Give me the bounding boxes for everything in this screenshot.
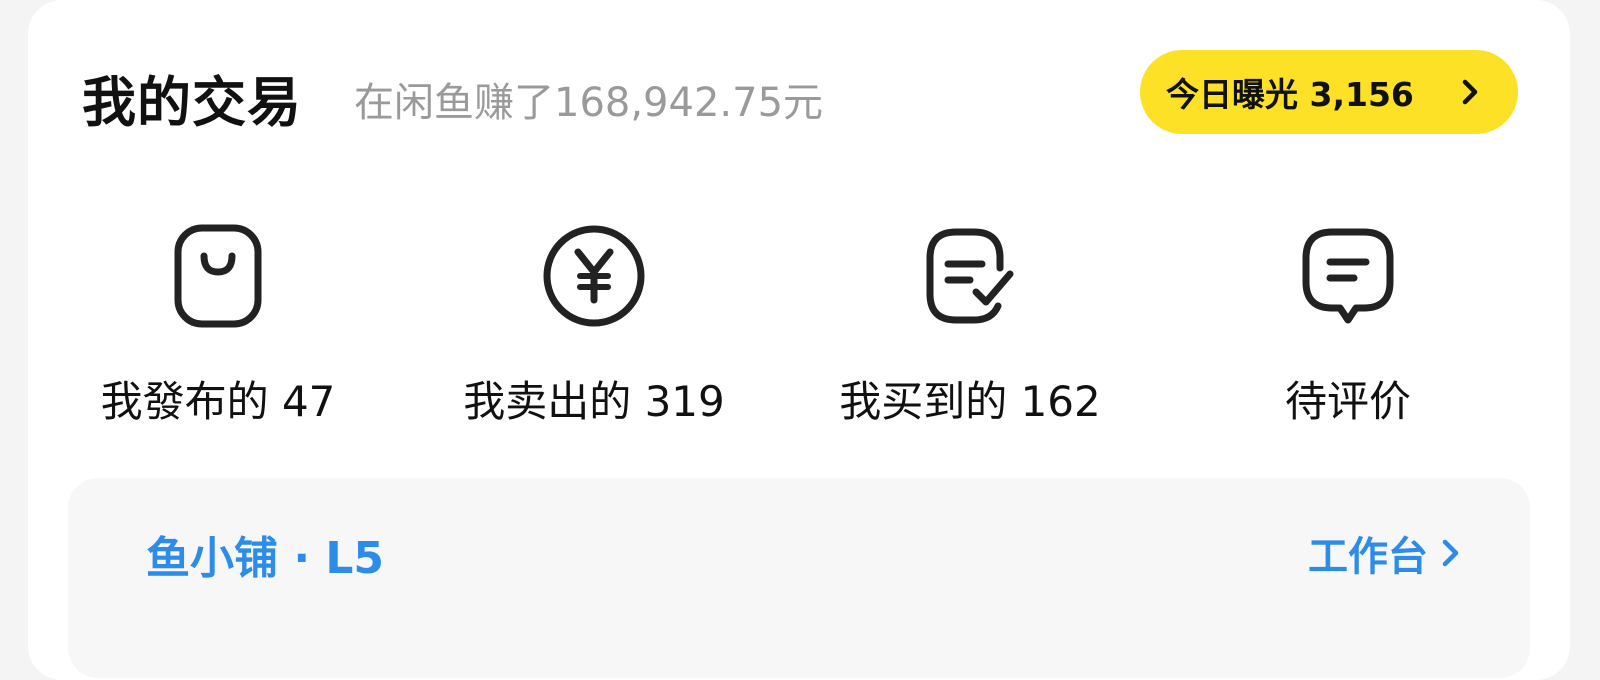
workbench-link[interactable]: 工作台 xyxy=(1308,524,1464,582)
earnings-summary: 在闲鱼赚了168,942.75元 xyxy=(354,80,824,126)
shop-name[interactable]: 鱼小铺 · L5 xyxy=(146,522,384,586)
yuan-coin-icon xyxy=(543,225,645,327)
chevron-right-icon xyxy=(1462,79,1478,105)
comment-bubble-icon xyxy=(1302,228,1394,324)
order-check-icon xyxy=(926,228,1014,324)
stat-sold-label: 我卖出的 319 xyxy=(463,377,725,426)
stat-bought-label: 我买到的 162 xyxy=(839,377,1101,426)
today-exposure-label: 今日曝光 3,156 xyxy=(1166,75,1414,114)
shop-bar: 鱼小铺 · L5 工作台 xyxy=(68,478,1530,678)
stat-to-review-label: 待评价 xyxy=(1284,377,1411,426)
stat-published-label: 我發布的 47 xyxy=(100,377,336,426)
today-exposure-button[interactable]: 今日曝光 3,156 xyxy=(1140,50,1518,134)
stat-published[interactable]: 我發布的 47 xyxy=(48,218,388,438)
stat-to-review[interactable]: 待评价 xyxy=(1178,218,1518,438)
trade-card: 我的交易 在闲鱼赚了168,942.75元 今日曝光 3,156 我發布的 47… xyxy=(28,0,1570,680)
section-title: 我的交易 xyxy=(82,71,302,134)
stat-bought[interactable]: 我买到的 162 xyxy=(800,218,1140,438)
chevron-right-icon xyxy=(1442,539,1459,567)
shopping-bag-icon xyxy=(174,224,262,328)
stat-sold[interactable]: 我卖出的 319 xyxy=(424,218,764,438)
workbench-label: 工作台 xyxy=(1308,534,1428,580)
trade-stats: 我發布的 47 我卖出的 319 我买到的 162 待评价 xyxy=(28,218,1570,438)
